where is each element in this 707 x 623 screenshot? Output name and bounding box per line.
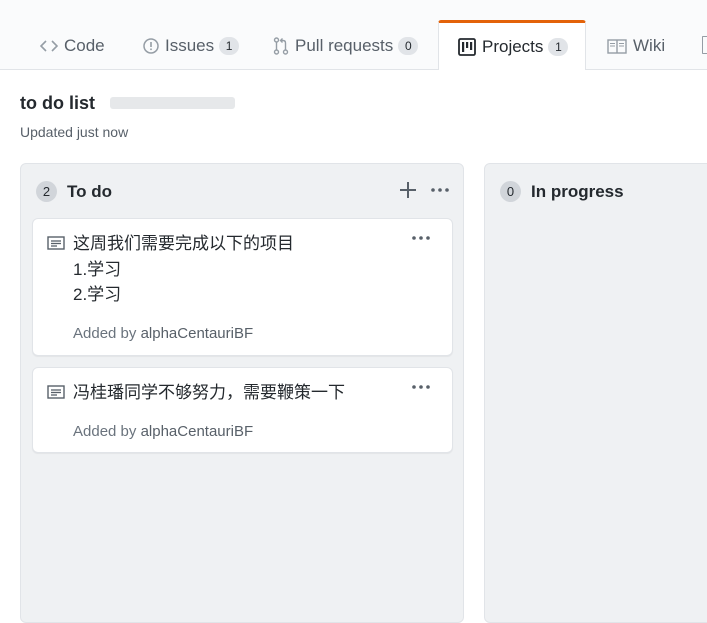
column-actions bbox=[387, 179, 451, 201]
added-by-label: Added by bbox=[73, 325, 137, 342]
card-note-text: 冯桂璠同学不够努力，需要鞭策一下 bbox=[73, 380, 345, 406]
tab-pull-requests-label: Pull requests bbox=[295, 36, 394, 55]
tab-issues-label: Issues bbox=[165, 36, 215, 55]
kebab-horizontal-icon bbox=[431, 188, 449, 192]
tab-code[interactable]: Code bbox=[40, 22, 105, 70]
project-updated-status: Updated just now bbox=[20, 124, 129, 140]
card-note-line: 这周我们需要完成以下的项目 bbox=[73, 234, 294, 253]
project-icon bbox=[458, 37, 476, 56]
column-card-count: 2 bbox=[36, 181, 57, 202]
tab-wiki[interactable]: Wiki bbox=[607, 22, 665, 70]
card-note-text: 这周我们需要完成以下的项目 1.学习 2.学习 bbox=[73, 231, 294, 308]
code-icon bbox=[40, 39, 58, 53]
card-author-link[interactable]: alphaCentauriBF bbox=[141, 423, 254, 440]
tab-projects-count: 1 bbox=[548, 37, 569, 56]
project-column-in-progress: 0 In progress bbox=[484, 163, 707, 623]
project-title: to do list bbox=[20, 93, 95, 113]
column-header: 2 To do bbox=[36, 181, 112, 202]
project-description-placeholder bbox=[110, 97, 235, 109]
tab-wiki-label: Wiki bbox=[633, 36, 666, 55]
project-card[interactable]: 这周我们需要完成以下的项目 1.学习 2.学习 Added by alphaCe… bbox=[32, 218, 453, 356]
column-menu-button[interactable] bbox=[429, 179, 451, 201]
tab-pull-requests[interactable]: Pull requests 0 bbox=[273, 22, 419, 70]
card-menu-button[interactable] bbox=[410, 231, 432, 245]
tab-projects[interactable]: Projects 1 bbox=[438, 20, 586, 70]
repo-tab-bar: Code Issues 1 Pull requests 0 Projects 1… bbox=[0, 0, 707, 70]
next-tab-icon[interactable] bbox=[702, 36, 707, 54]
note-icon bbox=[47, 385, 65, 404]
kebab-horizontal-icon bbox=[412, 236, 430, 240]
card-added-by: Added by alphaCentauriBF bbox=[73, 423, 253, 440]
issue-opened-icon bbox=[143, 38, 159, 54]
tab-issues-count: 1 bbox=[219, 37, 240, 55]
added-by-label: Added by bbox=[73, 423, 137, 440]
tab-projects-label: Projects bbox=[482, 36, 544, 56]
column-header: 0 In progress bbox=[500, 181, 624, 202]
project-card[interactable]: 冯桂璠同学不够努力，需要鞭策一下 Added by alphaCentauriB… bbox=[32, 367, 453, 453]
card-note-line: 1.学习 bbox=[73, 259, 122, 279]
column-name: To do bbox=[67, 181, 112, 201]
kebab-horizontal-icon bbox=[412, 385, 430, 389]
card-added-by: Added by alphaCentauriBF bbox=[73, 325, 253, 342]
column-card-count: 0 bbox=[500, 181, 521, 202]
book-icon bbox=[607, 38, 627, 54]
column-name: In progress bbox=[531, 181, 624, 201]
card-note-line: 2.学习 bbox=[73, 285, 122, 304]
tab-pull-requests-count: 0 bbox=[398, 37, 419, 55]
plus-icon bbox=[400, 182, 416, 198]
card-note-line: 冯桂璠同学不够努力，需要鞭策一下 bbox=[73, 383, 345, 402]
note-icon bbox=[47, 236, 65, 255]
card-menu-button[interactable] bbox=[410, 380, 432, 394]
add-card-button[interactable] bbox=[397, 179, 419, 201]
card-author-link[interactable]: alphaCentauriBF bbox=[141, 325, 254, 342]
git-pull-request-icon bbox=[273, 37, 289, 55]
tab-issues[interactable]: Issues 1 bbox=[143, 22, 240, 70]
project-column-to-do: 2 To do 这周我们需要完成以下的项目 1.学习 2.学习 Added by… bbox=[20, 163, 464, 623]
tab-code-label: Code bbox=[64, 36, 105, 55]
